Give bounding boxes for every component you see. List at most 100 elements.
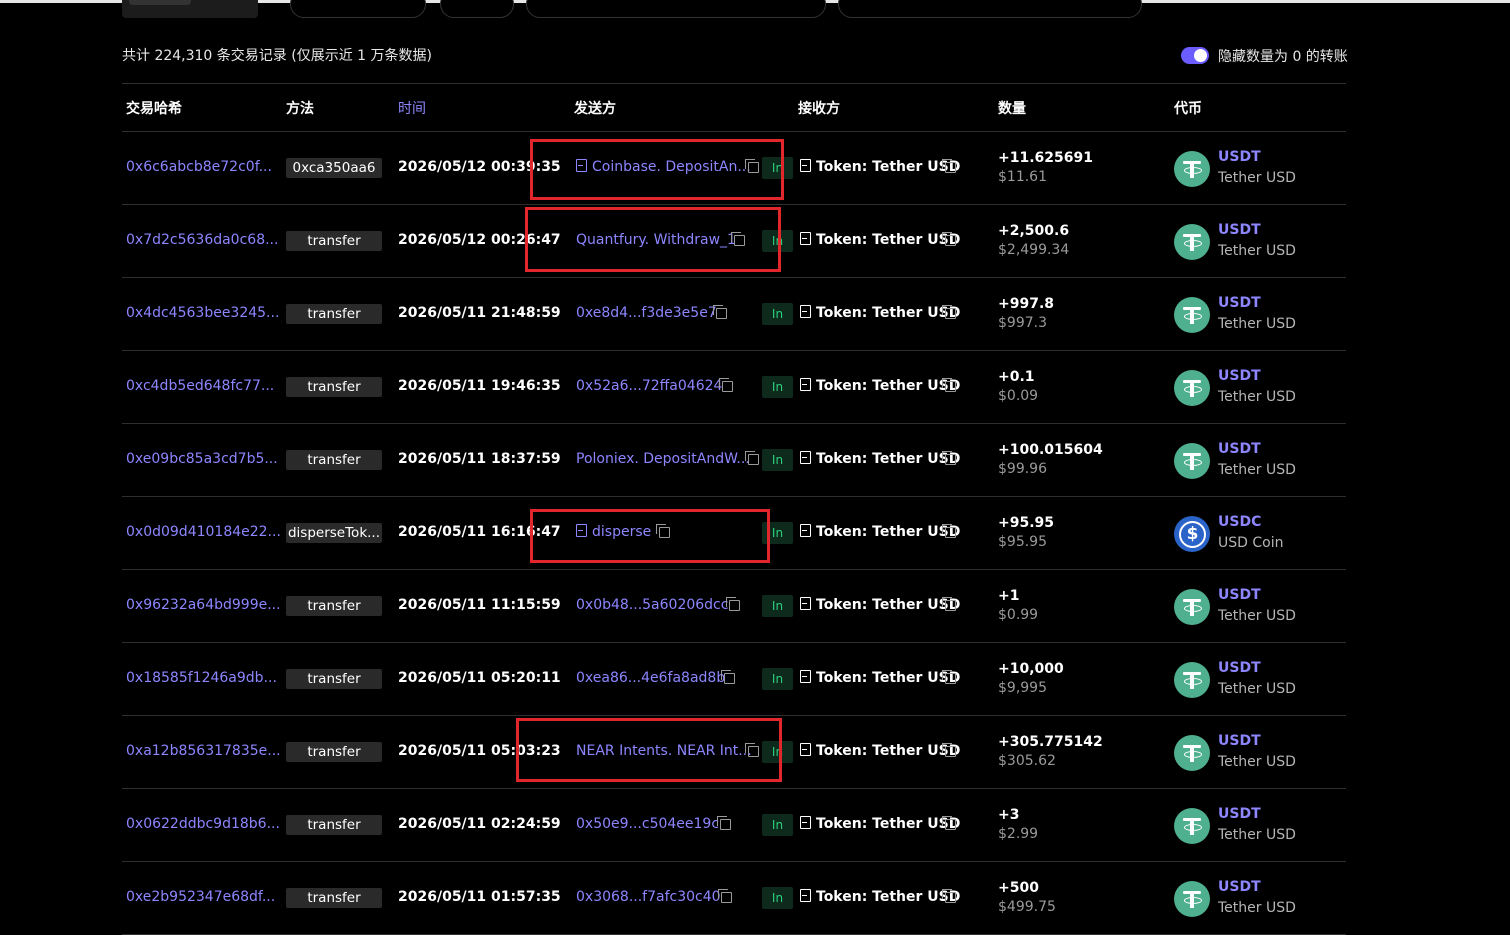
- filter-date-range[interactable]: [838, 0, 1142, 18]
- copy-icon[interactable]: [942, 232, 956, 246]
- contract-icon: [800, 378, 811, 391]
- amount-usd: $0.09: [998, 388, 1039, 404]
- amount-value: +2,500.6: [998, 223, 1070, 239]
- token-symbol-link[interactable]: USDT: [1218, 587, 1261, 603]
- usdc-logo-icon: $: [1174, 516, 1210, 552]
- amount-value: +95.95: [998, 515, 1055, 531]
- copy-icon[interactable]: [745, 451, 759, 465]
- copy-icon[interactable]: [942, 670, 956, 684]
- table-row: 0xe09bc85a3cd7b5... transfer 2026/05/11 18…: [0, 424, 1510, 497]
- filter-method[interactable]: [290, 0, 426, 18]
- receiver-link[interactable]: Token: Tether USD: [800, 670, 960, 686]
- sender-label: 0x0b48...5a60206dcc: [576, 597, 729, 613]
- token-name: Tether USD: [1218, 608, 1296, 624]
- tx-hash-link[interactable]: 0x18585f1246a9db...: [126, 670, 277, 686]
- token-symbol-link[interactable]: USDT: [1218, 149, 1261, 165]
- token-name: Tether USD: [1218, 900, 1296, 916]
- receiver-link[interactable]: Token: Tether USD: [800, 889, 960, 905]
- copy-icon[interactable]: [942, 305, 956, 319]
- sender-link[interactable]: Poloniex. DepositAndW...: [576, 451, 750, 467]
- copy-icon[interactable]: [942, 159, 956, 173]
- copy-icon[interactable]: [942, 378, 956, 392]
- token-symbol-link[interactable]: USDT: [1218, 806, 1261, 822]
- amount-usd: $305.62: [998, 753, 1056, 769]
- receiver-link[interactable]: Token: Tether USD: [800, 524, 960, 540]
- sender-link[interactable]: 0x3068...f7afc30c40: [576, 889, 721, 905]
- contract-icon: [800, 159, 811, 172]
- tx-hash-link[interactable]: 0xa12b856317835e...: [126, 743, 281, 759]
- amount-value: +11.625691: [998, 150, 1093, 166]
- sender-link[interactable]: 0xea86...4e6fa8ad8b: [576, 670, 725, 686]
- copy-icon[interactable]: [717, 816, 731, 830]
- filter-direction[interactable]: [440, 0, 514, 18]
- tx-hash-link[interactable]: 0x96232a64bd999e...: [126, 597, 281, 613]
- tx-hash-link[interactable]: 0xc4db5ed648fc77...: [126, 378, 274, 394]
- receiver-link[interactable]: Token: Tether USD: [800, 232, 960, 248]
- copy-icon[interactable]: [942, 524, 956, 538]
- direction-badge: In: [762, 230, 793, 252]
- receiver-link[interactable]: Token: Tether USD: [800, 159, 960, 175]
- copy-icon[interactable]: [942, 889, 956, 903]
- token-symbol-link[interactable]: USDT: [1218, 295, 1261, 311]
- amount-usd: $11.61: [998, 169, 1047, 185]
- tx-time: 2026/05/11 16:16:47: [398, 524, 561, 540]
- sender-link[interactable]: Coinbase. DepositAn...: [576, 159, 751, 175]
- copy-icon[interactable]: [713, 305, 727, 319]
- token-symbol-link[interactable]: USDT: [1218, 660, 1261, 676]
- receiver-link[interactable]: Token: Tether USD: [800, 597, 960, 613]
- token-symbol-link[interactable]: USDT: [1218, 733, 1261, 749]
- tx-hash-link[interactable]: 0xe2b952347e68df...: [126, 889, 275, 905]
- tx-hash-link[interactable]: 0x6c6abcb8e72c0f...: [126, 159, 272, 175]
- copy-icon[interactable]: [726, 597, 740, 611]
- usdt-logo-icon: [1174, 151, 1210, 187]
- token-symbol-link[interactable]: USDT: [1218, 441, 1261, 457]
- receiver-link[interactable]: Token: Tether USD: [800, 451, 960, 467]
- copy-icon[interactable]: [721, 670, 735, 684]
- copy-icon[interactable]: [942, 743, 956, 757]
- token-symbol-link[interactable]: USDC: [1218, 514, 1261, 530]
- sender-link[interactable]: 0x0b48...5a60206dcc: [576, 597, 728, 613]
- copy-icon[interactable]: [731, 232, 745, 246]
- sender-link[interactable]: 0x50e9...c504ee19c: [576, 816, 719, 832]
- sender-link[interactable]: 0xe8d4...f3de3e5e7: [576, 305, 717, 321]
- tx-hash-link[interactable]: 0xe09bc85a3cd7b5...: [126, 451, 278, 467]
- tx-hash-link[interactable]: 0x0622ddbc9d18b6...: [126, 816, 280, 832]
- method-badge: transfer: [286, 669, 382, 689]
- amount-usd: $9,995: [998, 680, 1047, 696]
- sender-link[interactable]: Quantfury. Withdraw_1: [576, 232, 736, 248]
- receiver-link[interactable]: Token: Tether USD: [800, 816, 960, 832]
- tx-hash-link[interactable]: 0x4dc4563bee3245...: [126, 305, 279, 321]
- receiver-link[interactable]: Token: Tether USD: [800, 305, 960, 321]
- token-name: Tether USD: [1218, 754, 1296, 770]
- hide-zero-toggle[interactable]: [1181, 47, 1209, 64]
- copy-icon[interactable]: [719, 378, 733, 392]
- token-symbol-link[interactable]: USDT: [1218, 879, 1261, 895]
- tx-hash-link[interactable]: 0x7d2c5636da0c68...: [126, 232, 278, 248]
- sender-link[interactable]: NEAR Intents. NEAR Int...: [576, 743, 752, 759]
- sender-link[interactable]: 0x52a6...72ffa04624: [576, 378, 722, 394]
- sender-label: 0xea86...4e6fa8ad8b: [576, 670, 726, 686]
- sender-link[interactable]: disperse: [576, 524, 651, 540]
- token-symbol-link[interactable]: USDT: [1218, 222, 1261, 238]
- table-row: 0x96232a64bd999e... transfer 2026/05/11 11…: [0, 570, 1510, 643]
- copy-icon[interactable]: [745, 159, 759, 173]
- filter-address[interactable]: [526, 0, 826, 18]
- tx-time: 2026/05/11 01:57:35: [398, 889, 561, 905]
- usdt-logo-icon: [1174, 808, 1210, 844]
- token-symbol-link[interactable]: USDT: [1218, 368, 1261, 384]
- record-count-summary: 共计 224,310 条交易记录 (仅展示近 1 万条数据): [122, 48, 432, 64]
- copy-icon[interactable]: [718, 889, 732, 903]
- copy-icon[interactable]: [942, 451, 956, 465]
- receiver-link[interactable]: Token: Tether USD: [800, 743, 960, 759]
- copy-icon[interactable]: [942, 597, 956, 611]
- header-to: 接收方: [798, 101, 840, 117]
- tx-hash-link[interactable]: 0x0d09d410184e22...: [126, 524, 281, 540]
- copy-icon[interactable]: [745, 743, 759, 757]
- receiver-link[interactable]: Token: Tether USD: [800, 378, 960, 394]
- amount-usd: $997.3: [998, 315, 1047, 331]
- header-time[interactable]: 时间: [398, 98, 426, 118]
- copy-icon[interactable]: [656, 524, 670, 538]
- usdt-logo-icon: [1174, 443, 1210, 479]
- filter-select[interactable]: [122, 0, 258, 18]
- copy-icon[interactable]: [942, 816, 956, 830]
